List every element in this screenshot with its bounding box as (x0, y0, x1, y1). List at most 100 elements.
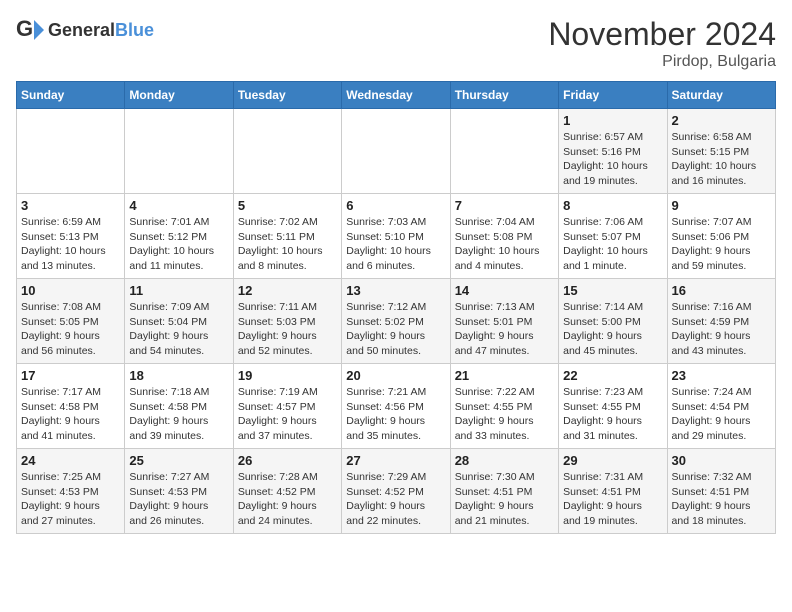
day-info: Sunrise: 7:30 AMSunset: 4:51 PMDaylight:… (455, 470, 554, 529)
calendar-week-row: 3Sunrise: 6:59 AMSunset: 5:13 PMDaylight… (17, 194, 776, 279)
day-number: 7 (455, 198, 554, 213)
day-info: Sunrise: 7:32 AMSunset: 4:51 PMDaylight:… (672, 470, 771, 529)
calendar-cell: 27 Sunrise: 7:29 AMSunset: 4:52 PMDayligh… (342, 449, 450, 534)
calendar-body: 1 Sunrise: 6:57 AMSunset: 5:16 PMDaylight… (17, 109, 776, 534)
weekday-header-saturday: Saturday (667, 82, 775, 109)
day-number: 20 (346, 368, 445, 383)
logo-icon: G (16, 16, 44, 44)
calendar-cell: 25 Sunrise: 7:27 AMSunset: 4:53 PMDayligh… (125, 449, 233, 534)
calendar-cell: 19 Sunrise: 7:19 AMSunset: 4:57 PMDayligh… (233, 364, 341, 449)
svg-text:G: G (16, 16, 33, 41)
calendar-week-row: 24 Sunrise: 7:25 AMSunset: 4:53 PMDayligh… (17, 449, 776, 534)
day-info: Sunrise: 7:21 AMSunset: 4:56 PMDaylight:… (346, 385, 445, 444)
weekday-header-monday: Monday (125, 82, 233, 109)
calendar-cell: 9 Sunrise: 7:07 AMSunset: 5:06 PMDaylight… (667, 194, 775, 279)
day-info: Sunrise: 7:28 AMSunset: 4:52 PMDaylight:… (238, 470, 337, 529)
calendar-cell: 20 Sunrise: 7:21 AMSunset: 4:56 PMDayligh… (342, 364, 450, 449)
day-info: Sunrise: 7:16 AMSunset: 4:59 PMDaylight:… (672, 300, 771, 359)
day-info: Sunrise: 7:17 AMSunset: 4:58 PMDaylight:… (21, 385, 120, 444)
day-info: Sunrise: 7:23 AMSunset: 4:55 PMDaylight:… (563, 385, 662, 444)
day-number: 19 (238, 368, 337, 383)
day-number: 3 (21, 198, 120, 213)
day-number: 27 (346, 453, 445, 468)
day-info: Sunrise: 7:03 AMSunset: 5:10 PMDaylight:… (346, 215, 445, 274)
day-info: Sunrise: 7:08 AMSunset: 5:05 PMDaylight:… (21, 300, 120, 359)
day-info: Sunrise: 7:19 AMSunset: 4:57 PMDaylight:… (238, 385, 337, 444)
day-number: 10 (21, 283, 120, 298)
day-info: Sunrise: 7:29 AMSunset: 4:52 PMDaylight:… (346, 470, 445, 529)
day-number: 18 (129, 368, 228, 383)
calendar-cell: 22Sunrise: 7:23 AMSunset: 4:55 PMDayligh… (559, 364, 667, 449)
calendar-cell: 10 Sunrise: 7:08 AMSunset: 5:05 PMDayligh… (17, 279, 125, 364)
day-number: 21 (455, 368, 554, 383)
day-info: Sunrise: 7:07 AMSunset: 5:06 PMDaylight:… (672, 215, 771, 274)
title-block: November 2024 Pirdop, Bulgaria (548, 16, 776, 71)
calendar-cell: 5 Sunrise: 7:02 AMSunset: 5:11 PMDaylight… (233, 194, 341, 279)
day-info: Sunrise: 7:24 AMSunset: 4:54 PMDaylight:… (672, 385, 771, 444)
calendar-cell: 16 Sunrise: 7:16 AMSunset: 4:59 PMDayligh… (667, 279, 775, 364)
day-info: Sunrise: 7:09 AMSunset: 5:04 PMDaylight:… (129, 300, 228, 359)
calendar-cell: 11 Sunrise: 7:09 AMSunset: 5:04 PMDayligh… (125, 279, 233, 364)
calendar-week-row: 10 Sunrise: 7:08 AMSunset: 5:05 PMDayligh… (17, 279, 776, 364)
day-number: 12 (238, 283, 337, 298)
calendar-cell (450, 109, 558, 194)
calendar-cell: 23Sunrise: 7:24 AMSunset: 4:54 PMDayligh… (667, 364, 775, 449)
day-info: Sunrise: 7:31 AMSunset: 4:51 PMDaylight:… (563, 470, 662, 529)
logo: G GeneralBlue (16, 16, 154, 44)
weekday-header-thursday: Thursday (450, 82, 558, 109)
day-number: 13 (346, 283, 445, 298)
calendar-cell: 26 Sunrise: 7:28 AMSunset: 4:52 PMDayligh… (233, 449, 341, 534)
day-info: Sunrise: 7:22 AMSunset: 4:55 PMDaylight:… (455, 385, 554, 444)
calendar-cell: 30Sunrise: 7:32 AMSunset: 4:51 PMDayligh… (667, 449, 775, 534)
day-number: 2 (672, 113, 771, 128)
weekday-header-tuesday: Tuesday (233, 82, 341, 109)
weekday-header-friday: Friday (559, 82, 667, 109)
day-info: Sunrise: 7:01 AMSunset: 5:12 PMDaylight:… (129, 215, 228, 274)
day-number: 24 (21, 453, 120, 468)
calendar-cell: 7 Sunrise: 7:04 AMSunset: 5:08 PMDaylight… (450, 194, 558, 279)
calendar-cell: 13 Sunrise: 7:12 AMSunset: 5:02 PMDayligh… (342, 279, 450, 364)
day-number: 26 (238, 453, 337, 468)
day-number: 1 (563, 113, 662, 128)
day-info: Sunrise: 7:02 AMSunset: 5:11 PMDaylight:… (238, 215, 337, 274)
day-info: Sunrise: 7:14 AMSunset: 5:00 PMDaylight:… (563, 300, 662, 359)
day-number: 16 (672, 283, 771, 298)
day-info: Sunrise: 7:25 AMSunset: 4:53 PMDaylight:… (21, 470, 120, 529)
calendar-week-row: 1 Sunrise: 6:57 AMSunset: 5:16 PMDaylight… (17, 109, 776, 194)
day-number: 28 (455, 453, 554, 468)
day-info: Sunrise: 6:58 AMSunset: 5:15 PMDaylight:… (672, 130, 771, 189)
calendar-cell: 12 Sunrise: 7:11 AMSunset: 5:03 PMDayligh… (233, 279, 341, 364)
day-number: 11 (129, 283, 228, 298)
day-number: 29 (563, 453, 662, 468)
calendar-cell: 29 Sunrise: 7:31 AMSunset: 4:51 PMDayligh… (559, 449, 667, 534)
day-number: 17 (21, 368, 120, 383)
calendar-cell: 18 Sunrise: 7:18 AMSunset: 4:58 PMDayligh… (125, 364, 233, 449)
day-number: 15 (563, 283, 662, 298)
day-info: Sunrise: 7:11 AMSunset: 5:03 PMDaylight:… (238, 300, 337, 359)
day-number: 9 (672, 198, 771, 213)
day-info: Sunrise: 7:18 AMSunset: 4:58 PMDaylight:… (129, 385, 228, 444)
day-number: 6 (346, 198, 445, 213)
day-number: 4 (129, 198, 228, 213)
day-info: Sunrise: 7:12 AMSunset: 5:02 PMDaylight:… (346, 300, 445, 359)
weekday-header-wednesday: Wednesday (342, 82, 450, 109)
calendar-cell: 2 Sunrise: 6:58 AMSunset: 5:15 PMDaylight… (667, 109, 775, 194)
calendar-cell: 4 Sunrise: 7:01 AMSunset: 5:12 PMDaylight… (125, 194, 233, 279)
day-info: Sunrise: 7:04 AMSunset: 5:08 PMDaylight:… (455, 215, 554, 274)
weekday-header-sunday: Sunday (17, 82, 125, 109)
calendar-cell (125, 109, 233, 194)
logo-general-text: General (48, 20, 115, 40)
calendar-cell: 3Sunrise: 6:59 AMSunset: 5:13 PMDaylight… (17, 194, 125, 279)
calendar-cell: 17 Sunrise: 7:17 AMSunset: 4:58 PMDayligh… (17, 364, 125, 449)
day-number: 5 (238, 198, 337, 213)
day-number: 25 (129, 453, 228, 468)
calendar-week-row: 17 Sunrise: 7:17 AMSunset: 4:58 PMDayligh… (17, 364, 776, 449)
day-info: Sunrise: 7:13 AMSunset: 5:01 PMDaylight:… (455, 300, 554, 359)
calendar-cell: 8Sunrise: 7:06 AMSunset: 5:07 PMDaylight… (559, 194, 667, 279)
logo-blue-text: Blue (115, 20, 154, 40)
calendar-cell (233, 109, 341, 194)
day-info: Sunrise: 6:57 AMSunset: 5:16 PMDaylight:… (563, 130, 662, 189)
calendar-cell: 24 Sunrise: 7:25 AMSunset: 4:53 PMDayligh… (17, 449, 125, 534)
month-title: November 2024 (548, 16, 776, 53)
day-info: Sunrise: 7:27 AMSunset: 4:53 PMDaylight:… (129, 470, 228, 529)
